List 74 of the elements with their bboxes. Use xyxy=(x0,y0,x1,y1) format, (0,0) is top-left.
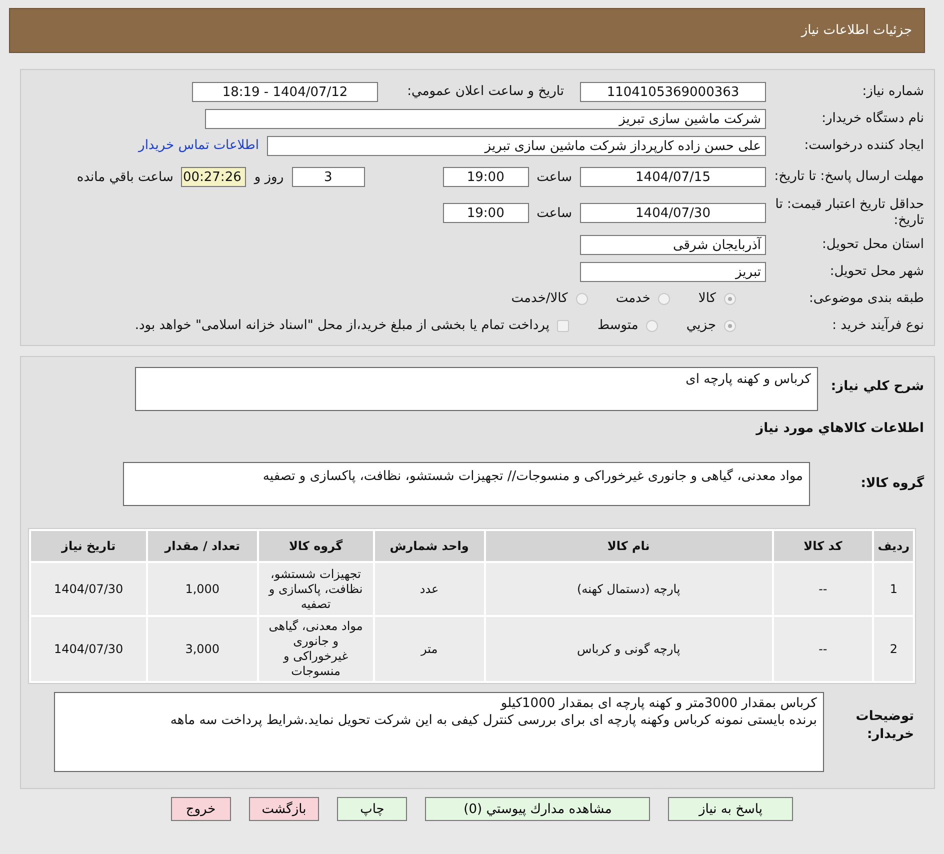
field-label: ایجاد کننده درخواست: xyxy=(803,138,924,154)
field-label: شماره نیاز: xyxy=(861,84,924,100)
radio-button[interactable] xyxy=(646,320,658,332)
field-label: مهلت ارسال پاسخ: تا تاریخ: xyxy=(773,169,924,185)
announce-date-field: 1404/07/12 - 18:19 xyxy=(192,82,378,102)
table-cell: عدد xyxy=(374,563,484,615)
goods-group-field: مواد معدنی، گیاهی و جانوری غیرخوراکی و منسوجات// تجهیزات شستشو، نظافت، پاکسازی و تصفیه xyxy=(123,462,810,506)
column-header: کد کالا xyxy=(774,531,872,561)
column-header: تعداد / مقدار xyxy=(148,531,257,561)
action-button[interactable]: مشاهده مدارك پيوستي (0) xyxy=(425,797,650,821)
table-cell: -- xyxy=(774,563,872,615)
option-label: متوسط xyxy=(597,318,638,333)
section-heading: اطلاعات كالاهاي مورد نياز xyxy=(754,421,924,438)
table-cell: پارچه (دستمال کهنه) xyxy=(486,563,772,615)
field-label: ساعت xyxy=(536,206,573,220)
table-cell: تجهیزات شستشو، نظافت، پاکسازی و تصفیه xyxy=(258,563,373,615)
field-label: شهر محل تحویل: xyxy=(828,264,924,280)
column-header: تاریخ نیاز xyxy=(31,531,146,561)
field-label: نوع فرآیند خرید : xyxy=(831,318,924,334)
validity-date-field: 1404/07/30 xyxy=(580,203,766,223)
table-cell: متر xyxy=(374,617,484,681)
action-button[interactable]: خروج xyxy=(170,797,231,821)
table-cell: 1,000 xyxy=(148,563,257,615)
field-label: طبقه بندی موضوعی: xyxy=(808,290,924,306)
table-cell: 1404/07/30 xyxy=(31,617,146,681)
checkbox-label: پرداخت تمام یا بخشی از مبلغ خرید،از محل "اسناد خزانه اسلامی" خواهد بود. xyxy=(134,318,550,333)
deadline-time-field: 19:00 xyxy=(442,167,529,187)
validity-time-field: 19:00 xyxy=(442,203,529,223)
remaining-time-field: 00:27:26 xyxy=(181,167,246,187)
days-field: 3 xyxy=(292,167,365,187)
option-label: كالا xyxy=(698,291,716,306)
page-title: جزئیات اطلاعات نیاز xyxy=(801,23,912,38)
radio-button[interactable] xyxy=(658,292,670,304)
note-line: کرباس بمقدار 3000متر و کهنه پارچه ای بمقدار 1000کیلو xyxy=(499,695,817,712)
description-field: کرباس و کهنه پارچه ای xyxy=(135,367,818,411)
action-button[interactable]: چاپ xyxy=(337,797,408,821)
table-cell: 2 xyxy=(874,617,913,681)
table-cell: پارچه گونی و کرباس xyxy=(486,617,772,681)
creator-field: علی حسن زاده کارپرداز شرکت ماشین سازی تبریز xyxy=(267,136,766,156)
radio-button[interactable] xyxy=(724,292,736,304)
buyer-contact-link[interactable]: اطلاعات تماس خریدار xyxy=(138,138,259,153)
buyer-field: شرکت ماشین سازی تبریز xyxy=(205,108,766,128)
table-cell: -- xyxy=(774,617,872,681)
province-field: آذربایجان شرقی xyxy=(580,234,766,254)
option-label: كالا/خدمت xyxy=(511,291,568,306)
action-button[interactable]: پاسخ به نیاز xyxy=(668,797,794,821)
field-label: توضیحات خریدار: xyxy=(854,708,915,744)
table-cell: 1 xyxy=(874,563,913,615)
radio-button[interactable] xyxy=(576,292,588,304)
radio-button[interactable] xyxy=(724,320,736,332)
city-field: تبریز xyxy=(580,262,766,282)
column-header: گروه کالا xyxy=(258,531,373,561)
column-header: نام کالا xyxy=(486,531,772,561)
field-label: حداقل تاریخ اعتبار قیمت: تا تاریخ: xyxy=(774,197,924,229)
note-line: برنده بایستی نمونه کرباس وکهنه پارچه ای برای بررسی کنترل کیفی به این شرکت تحویل نماید.شرایط پرداخت سه ماهه xyxy=(169,712,817,729)
action-button[interactable]: بازگشت xyxy=(248,797,320,821)
field-label: ساعت باقي مانده xyxy=(76,170,174,184)
field-label: تاريخ و ساعت اعلان عمومي: xyxy=(406,84,565,99)
column-header: واحد شمارش xyxy=(374,531,484,561)
option-label: خدمت xyxy=(616,291,650,306)
column-header: ردیف xyxy=(874,531,913,561)
checkbox[interactable] xyxy=(557,320,570,332)
field-label: شرح كلي نياز: xyxy=(830,378,924,394)
table-cell: 3,000 xyxy=(148,617,257,681)
field-label: استان محل تحویل: xyxy=(821,236,924,252)
option-label: جزيي xyxy=(686,318,716,333)
table-cell: 1404/07/30 xyxy=(31,563,146,615)
field-label: ساعت xyxy=(536,170,573,184)
need-number-field: 1104105369000363 xyxy=(580,82,766,102)
field-label: گروه کالا: xyxy=(860,474,924,491)
field-label: نام دستگاه خریدار: xyxy=(820,110,924,126)
table-cell: مواد معدنی، گیاهی و جانوری غیرخوراکی و منسوجات xyxy=(258,617,373,681)
field-label: روز و xyxy=(252,170,285,184)
deadline-date-field: 1404/07/15 xyxy=(580,167,766,187)
